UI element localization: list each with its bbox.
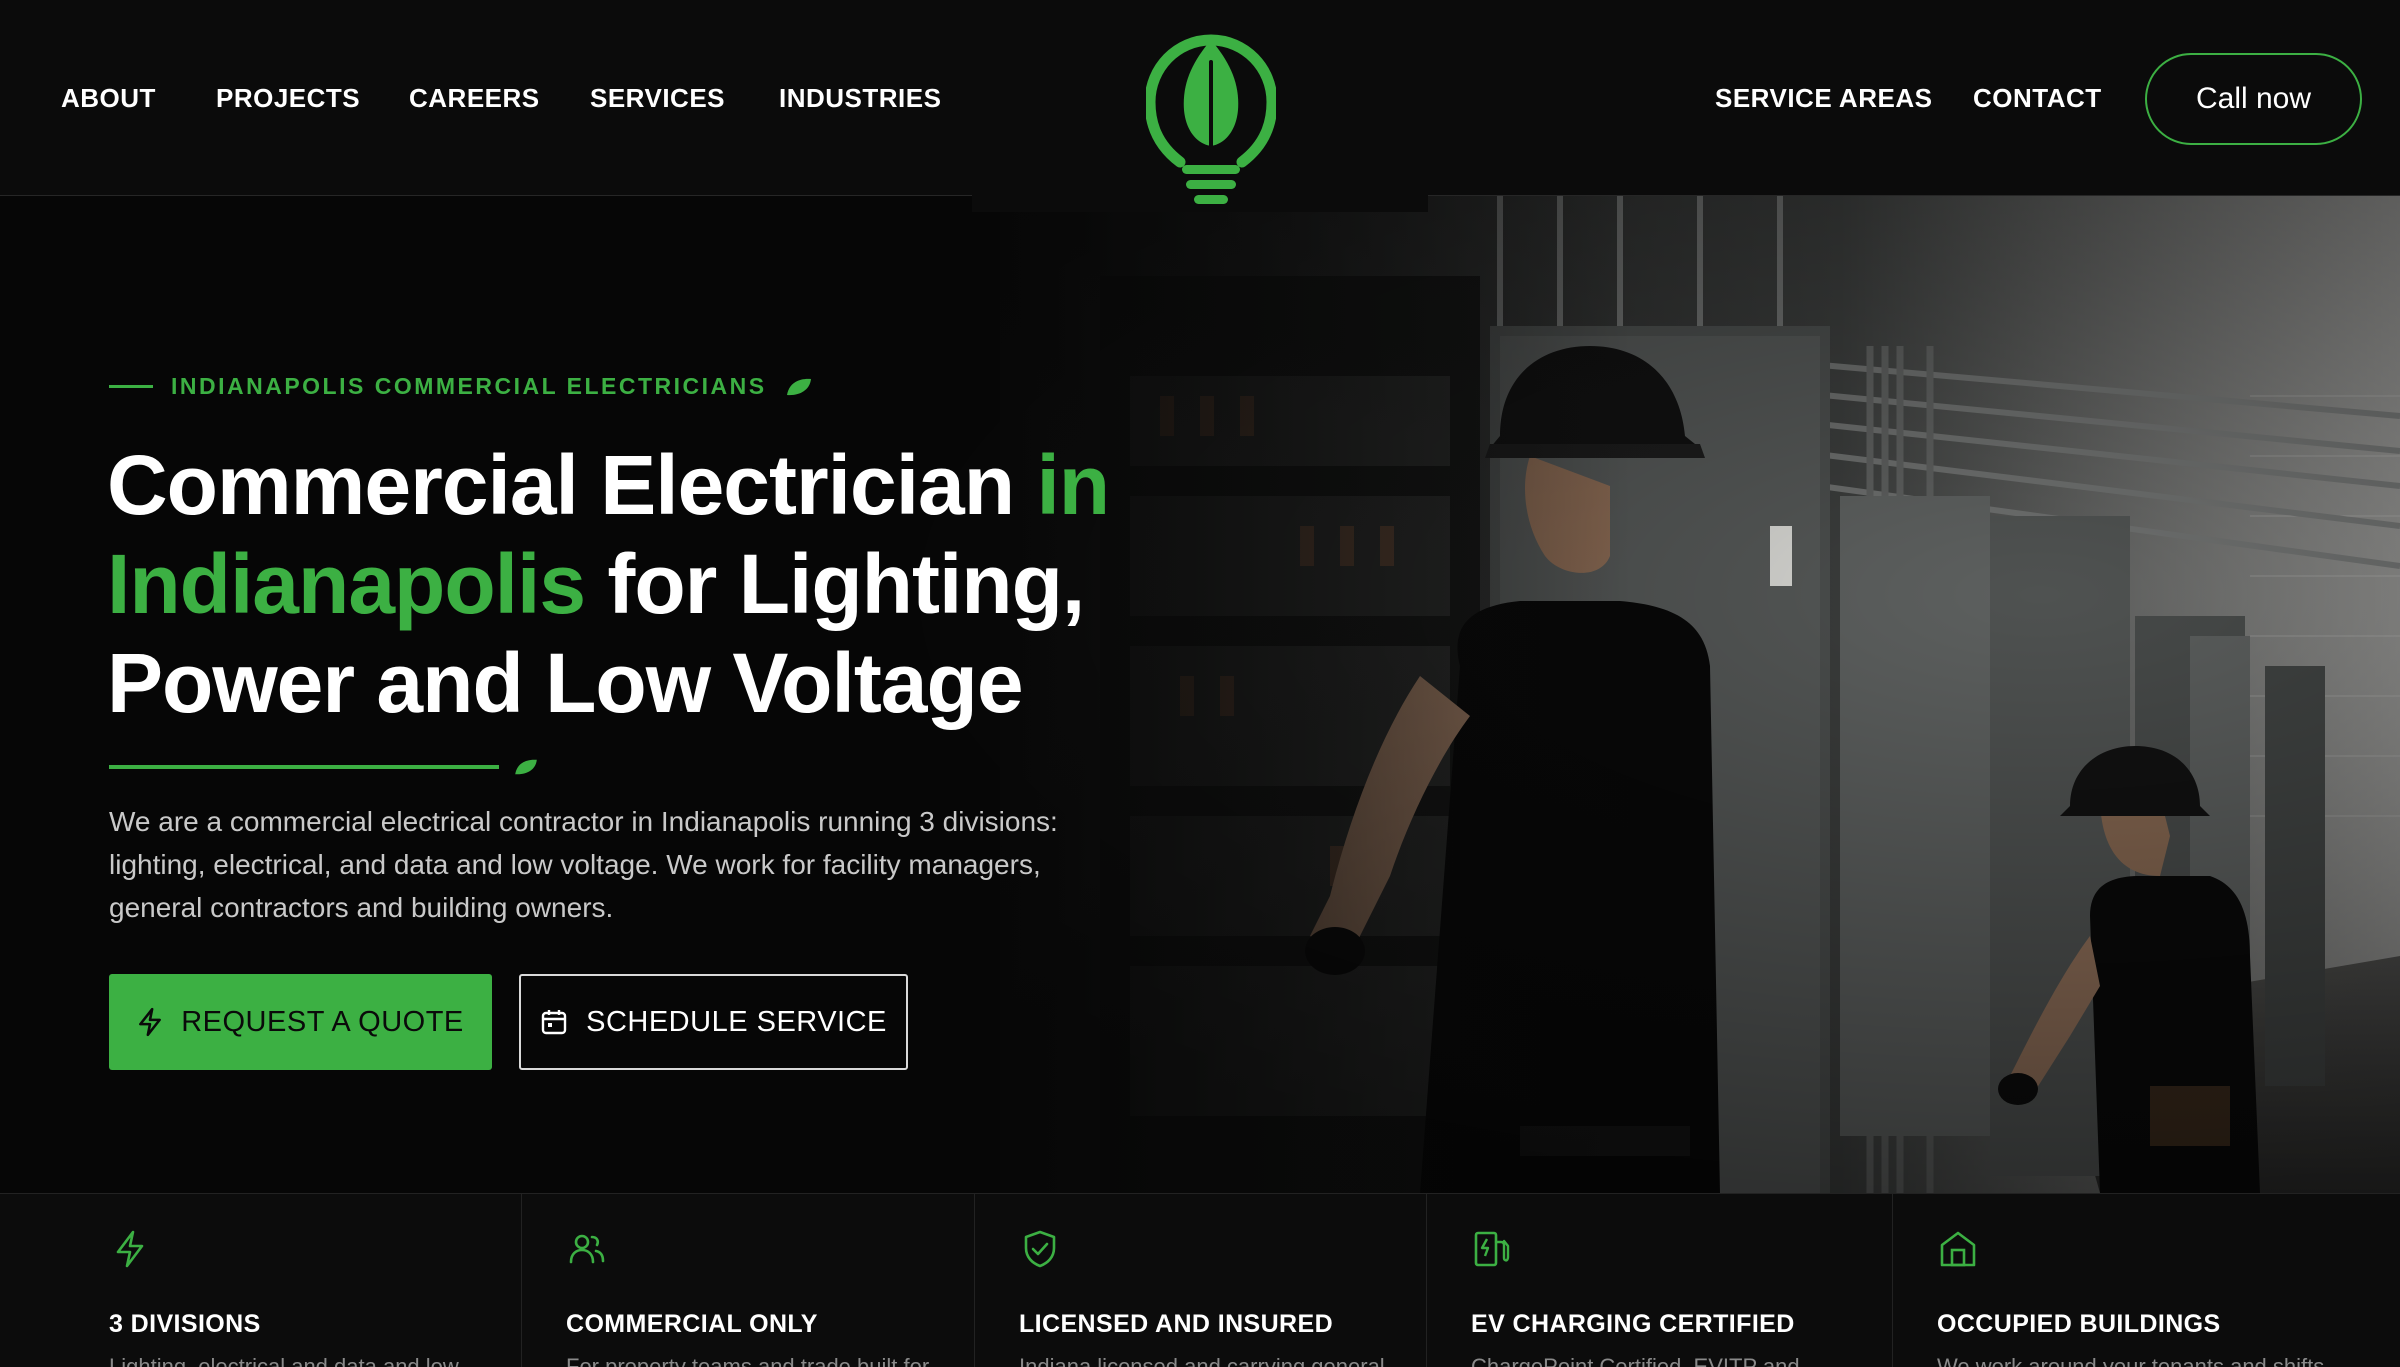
hero-section: INDIANAPOLIS COMMERCIAL ELECTRICIANS Com… [0, 196, 2400, 1193]
request-quote-button[interactable]: REQUEST A QUOTE [109, 974, 492, 1070]
feature-card: EV CHARGING CERTIFIED ChargePoint Certif… [1427, 1194, 1893, 1367]
header-divider-left [0, 195, 972, 196]
headline-part-1: Commercial Electrician [107, 438, 1037, 532]
nav-service-areas[interactable]: SERVICE AREAS [1715, 80, 1932, 116]
lightning-icon [116, 1230, 144, 1268]
request-quote-label: REQUEST A QUOTE [181, 1005, 464, 1038]
divider-line [109, 765, 499, 769]
leaf-icon [786, 378, 811, 395]
nav-projects[interactable]: PROJECTS [216, 80, 360, 116]
feature-description: For property teams and trade built for [566, 1354, 930, 1367]
schedule-service-label: SCHEDULE SERVICE [586, 1005, 887, 1038]
calendar-icon [541, 1010, 567, 1035]
feature-title: 3 DIVISIONS [109, 1310, 261, 1338]
nav-industries[interactable]: INDUSTRIES [779, 80, 941, 116]
feature-title: COMMERCIAL ONLY [566, 1310, 818, 1338]
feature-card: 3 DIVISIONS Lighting, electrical and dat… [0, 1194, 522, 1367]
leaf-icon [515, 759, 537, 775]
nav-about[interactable]: ABOUT [61, 80, 156, 116]
leaf-bulb-logo-icon [1146, 34, 1276, 204]
eyebrow-accent-line [109, 385, 153, 388]
feature-title: OCCUPIED BUILDINGS [1937, 1310, 2221, 1338]
hero-eyebrow: INDIANAPOLIS COMMERCIAL ELECTRICIANS [109, 373, 813, 400]
ev-charger-icon [1474, 1231, 1510, 1267]
feature-description: Indiana licensed and carrying general [1019, 1354, 1385, 1367]
shield-check-icon [1024, 1230, 1056, 1268]
headline-divider [109, 758, 539, 776]
feature-card: LICENSED AND INSURED Indiana licensed an… [975, 1194, 1427, 1367]
hero-headline: Commercial Electrician in Indianapolis f… [107, 436, 1307, 733]
header-divider-right [1428, 195, 2400, 196]
building-icon [1940, 1231, 1976, 1267]
schedule-service-button[interactable]: SCHEDULE SERVICE [519, 974, 908, 1070]
hero-description: We are a commercial electrical contracto… [109, 806, 1058, 923]
feature-description: We work around your tenants and shifts [1937, 1354, 2325, 1367]
feature-title: EV CHARGING CERTIFIED [1471, 1310, 1795, 1338]
eyebrow-text: INDIANAPOLIS COMMERCIAL ELECTRICIANS [171, 373, 767, 399]
feature-strip: 3 DIVISIONS Lighting, electrical and dat… [0, 1193, 2400, 1367]
feature-card: OCCUPIED BUILDINGS We work around your t… [1893, 1194, 2400, 1367]
feature-title: LICENSED AND INSURED [1019, 1310, 1334, 1338]
nav-careers[interactable]: CAREERS [409, 80, 540, 116]
feature-description: ChargePoint Certified, EVITP and [1471, 1354, 1800, 1367]
feature-description: Lighting, electrical and data and low [109, 1354, 459, 1367]
feature-card: COMMERCIAL ONLY For property teams and t… [522, 1194, 975, 1367]
call-now-button[interactable]: Call now [2145, 53, 2362, 145]
users-icon [569, 1234, 605, 1264]
lightning-icon [139, 1007, 162, 1037]
nav-services[interactable]: SERVICES [590, 80, 725, 116]
nav-contact[interactable]: CONTACT [1973, 80, 2102, 116]
